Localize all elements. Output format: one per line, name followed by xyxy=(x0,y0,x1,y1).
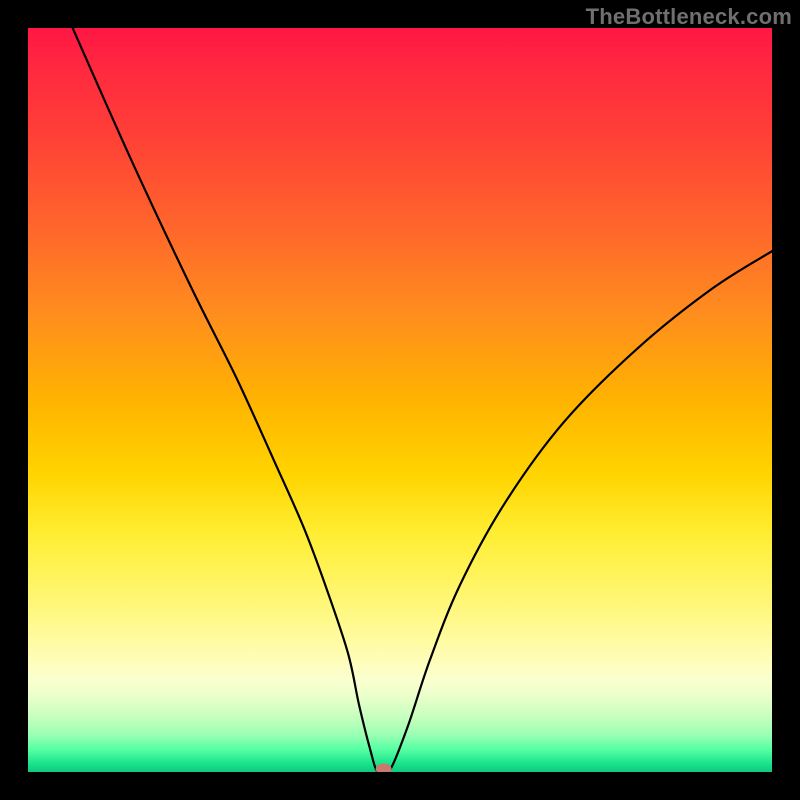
bottleneck-curve xyxy=(73,28,772,772)
watermark-label: TheBottleneck.com xyxy=(586,4,792,30)
plot-area xyxy=(28,28,772,772)
minimum-marker xyxy=(376,764,392,773)
curve-layer xyxy=(28,28,772,772)
chart-frame: TheBottleneck.com xyxy=(0,0,800,800)
